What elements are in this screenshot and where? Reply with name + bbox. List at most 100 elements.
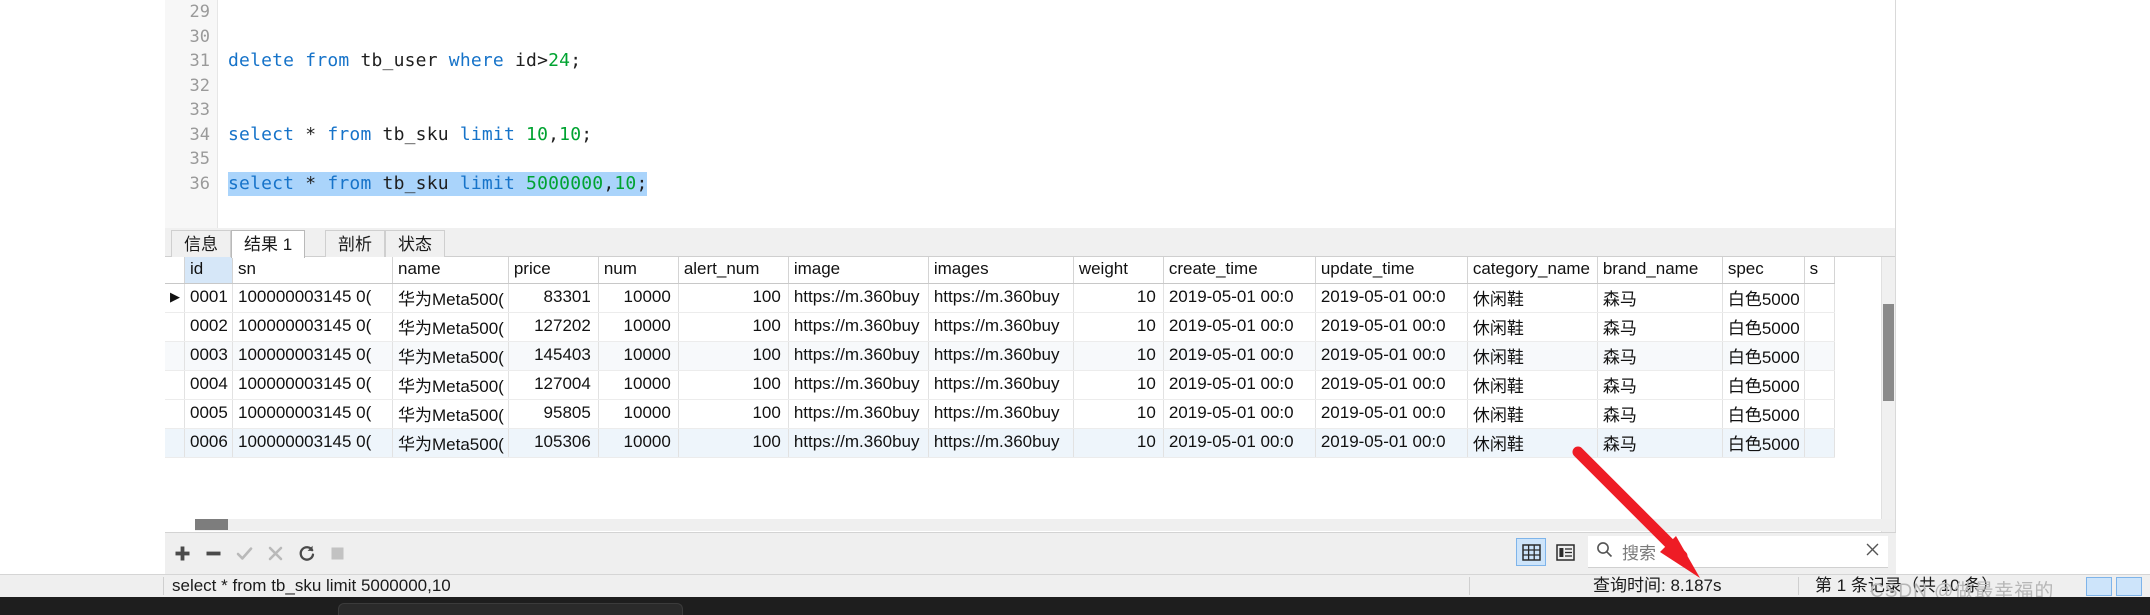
cell-images[interactable]: https://m.360buy	[928, 428, 1074, 458]
cell-name[interactable]: 华为Meta500(	[392, 370, 509, 400]
add-record-button[interactable]	[171, 542, 193, 564]
cell-update_time[interactable]: 2019-05-01 00:0	[1315, 283, 1468, 313]
grid-body[interactable]: ▶ 0001 100000003145 0(华为Meta500(83301 10000…	[165, 283, 1835, 458]
grid-column-header-alert_num[interactable]: alert_num	[678, 257, 789, 284]
cell-image[interactable]: https://m.360buy	[788, 428, 929, 458]
result-tab-1[interactable]: 结果 1	[231, 230, 306, 258]
cell-s[interactable]	[1804, 399, 1835, 429]
cell-num[interactable]: 10000	[598, 370, 679, 400]
grid-vertical-scroll-thumb[interactable]	[1883, 304, 1894, 401]
cell-s[interactable]	[1804, 428, 1835, 458]
cell-num[interactable]: 10000	[598, 428, 679, 458]
cancel-changes-button[interactable]	[264, 542, 286, 564]
cell-create_time[interactable]: 2019-05-01 00:0	[1163, 399, 1316, 429]
apply-changes-button[interactable]	[233, 542, 255, 564]
cell-sn[interactable]: 100000003145 0(	[232, 428, 393, 458]
cell-num[interactable]: 10000	[598, 283, 679, 313]
stop-button[interactable]	[326, 542, 348, 564]
cell-num[interactable]: 10000	[598, 341, 679, 371]
result-tab-0[interactable]: 信息	[171, 230, 231, 257]
cell-brand_name[interactable]: 森马	[1597, 370, 1723, 400]
grid-view-button[interactable]	[1516, 538, 1546, 566]
cell-sn[interactable]: 100000003145 0(	[232, 370, 393, 400]
grid-header-row[interactable]: id sn name price num alert_num image images weig…	[165, 257, 1835, 284]
cell-sn[interactable]: 100000003145 0(	[232, 312, 393, 342]
cell-name[interactable]: 华为Meta500(	[392, 312, 509, 342]
code-line[interactable]: 31 delete from tb_user where id>24;	[190, 49, 1895, 74]
cell-name[interactable]: 华为Meta500(	[392, 283, 509, 313]
cell-category_name[interactable]: 休闲鞋	[1467, 399, 1598, 429]
status-nav-button-prev[interactable]	[2086, 577, 2112, 596]
cell-image[interactable]: https://m.360buy	[788, 283, 929, 313]
cell-name[interactable]: 华为Meta500(	[392, 428, 509, 458]
cell-image[interactable]: https://m.360buy	[788, 370, 929, 400]
cell-category_name[interactable]: 休闲鞋	[1467, 341, 1598, 371]
cell-images[interactable]: https://m.360buy	[928, 370, 1074, 400]
grid-column-header-price[interactable]: price	[508, 257, 599, 284]
cell-weight[interactable]: 10	[1073, 312, 1164, 342]
cell-id[interactable]: 0005	[184, 399, 233, 429]
cell-id[interactable]: 0001	[184, 283, 233, 313]
grid-column-header-sn[interactable]: sn	[232, 257, 393, 284]
grid-column-header-weight[interactable]: weight	[1073, 257, 1164, 284]
cell-alert_num[interactable]: 100	[678, 341, 789, 371]
table-row[interactable]: 0004 100000003145 0(华为Meta500(127004 10000…	[165, 370, 1835, 400]
cell-price[interactable]: 105306	[508, 428, 599, 458]
cell-id[interactable]: 0003	[184, 341, 233, 371]
code-line[interactable]: 34 select * from tb_sku limit 10,10;	[190, 123, 1895, 148]
cell-alert_num[interactable]: 100	[678, 370, 789, 400]
cell-brand_name[interactable]: 森马	[1597, 399, 1723, 429]
cell-images[interactable]: https://m.360buy	[928, 312, 1074, 342]
cell-s[interactable]	[1804, 283, 1835, 313]
table-row[interactable]: 0005 100000003145 0(华为Meta500(95805 10000 1…	[165, 399, 1835, 429]
cell-weight[interactable]: 10	[1073, 341, 1164, 371]
cell-alert_num[interactable]: 100	[678, 283, 789, 313]
grid-column-header-images[interactable]: images	[928, 257, 1074, 284]
grid-horizontal-scroll-thumb[interactable]	[195, 519, 228, 530]
cell-spec[interactable]: 白色5000	[1722, 341, 1805, 371]
cell-spec[interactable]: 白色5000	[1722, 370, 1805, 400]
search-box[interactable]: 搜索	[1588, 536, 1888, 568]
cell-create_time[interactable]: 2019-05-01 00:0	[1163, 341, 1316, 371]
cell-category_name[interactable]: 休闲鞋	[1467, 370, 1598, 400]
cell-update_time[interactable]: 2019-05-01 00:0	[1315, 312, 1468, 342]
cell-weight[interactable]: 10	[1073, 428, 1164, 458]
code-line[interactable]: 35	[190, 147, 1895, 172]
cell-s[interactable]	[1804, 312, 1835, 342]
grid-horizontal-scrollbar[interactable]	[195, 519, 1895, 531]
cell-price[interactable]: 127004	[508, 370, 599, 400]
cell-create_time[interactable]: 2019-05-01 00:0	[1163, 283, 1316, 313]
code-area[interactable]: 29 30 31 delete from tb_user where id>24; 32…	[190, 0, 1895, 228]
cell-category_name[interactable]: 休闲鞋	[1467, 283, 1598, 313]
cell-price[interactable]: 145403	[508, 341, 599, 371]
cell-alert_num[interactable]: 100	[678, 312, 789, 342]
cell-id[interactable]: 0006	[184, 428, 233, 458]
code-line[interactable]: 36 select * from tb_sku limit 5000000,10;	[190, 171, 1895, 196]
cell-name[interactable]: 华为Meta500(	[392, 399, 509, 429]
cell-price[interactable]: 95805	[508, 399, 599, 429]
cell-spec[interactable]: 白色5000	[1722, 283, 1805, 313]
search-input[interactable]: 搜索	[1622, 539, 1865, 564]
code-line[interactable]: 29	[190, 0, 1895, 25]
remove-record-button[interactable]	[202, 542, 224, 564]
cell-image[interactable]: https://m.360buy	[788, 312, 929, 342]
cell-brand_name[interactable]: 森马	[1597, 428, 1723, 458]
cell-weight[interactable]: 10	[1073, 283, 1164, 313]
cell-images[interactable]: https://m.360buy	[928, 283, 1074, 313]
refresh-button[interactable]	[295, 542, 317, 564]
grid-column-header-num[interactable]: num	[598, 257, 679, 284]
grid-column-header-s[interactable]: s	[1804, 257, 1835, 284]
cell-s[interactable]	[1804, 370, 1835, 400]
result-grid-container[interactable]: id sn name price num alert_num image images weig…	[165, 257, 1895, 532]
cell-weight[interactable]: 10	[1073, 370, 1164, 400]
grid-column-header-update_time[interactable]: update_time	[1315, 257, 1468, 284]
cell-brand_name[interactable]: 森马	[1597, 312, 1723, 342]
grid-column-header-category_name[interactable]: category_name	[1467, 257, 1598, 284]
cell-num[interactable]: 10000	[598, 312, 679, 342]
grid-column-header-spec[interactable]: spec	[1722, 257, 1805, 284]
cell-sn[interactable]: 100000003145 0(	[232, 283, 393, 313]
grid-column-header-image[interactable]: image	[788, 257, 929, 284]
cell-spec[interactable]: 白色5000	[1722, 312, 1805, 342]
code-line[interactable]: 33	[190, 98, 1895, 123]
form-view-button[interactable]	[1550, 538, 1580, 566]
